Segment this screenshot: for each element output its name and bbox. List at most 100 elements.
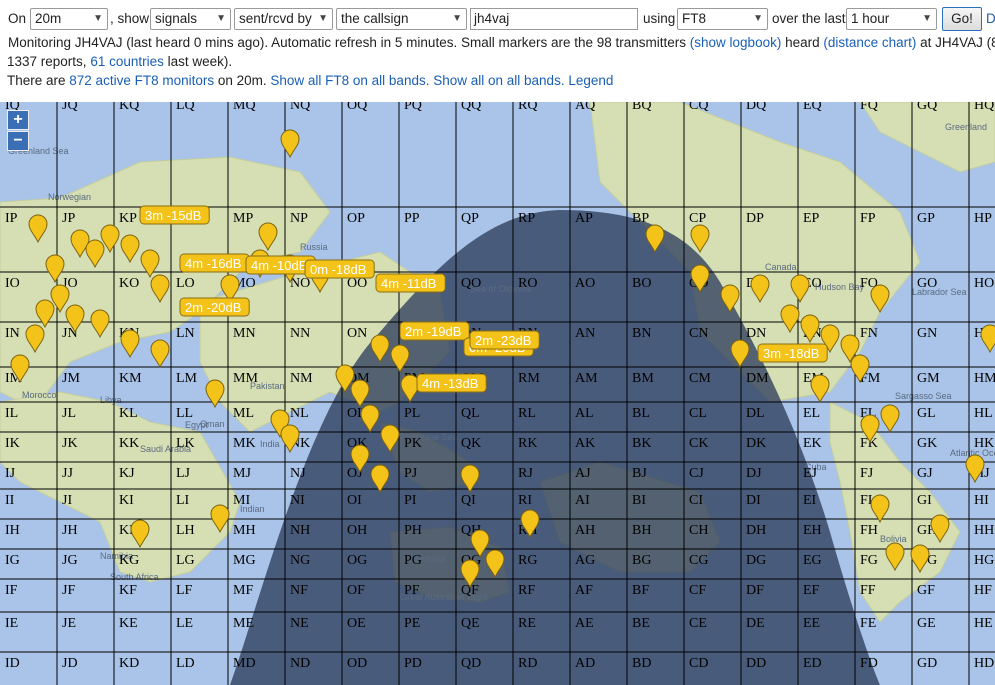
grid-label: FH bbox=[860, 523, 878, 538]
target-select[interactable]: the callsign ▼ bbox=[336, 8, 467, 30]
grid-label: AH bbox=[575, 523, 595, 538]
monitors-link[interactable]: 872 active FT8 monitors bbox=[69, 73, 214, 88]
grid-label: JL bbox=[62, 406, 76, 421]
grid-label: FE bbox=[860, 616, 876, 631]
grid-label: JQ bbox=[62, 102, 78, 113]
grid-label: IF bbox=[5, 583, 18, 598]
grid-label: BJ bbox=[632, 466, 647, 481]
countries-link[interactable]: 61 countries bbox=[90, 54, 164, 69]
grid-label: NE bbox=[290, 616, 309, 631]
grid-label: MF bbox=[233, 583, 253, 598]
callsign-input[interactable]: jh4vaj bbox=[470, 8, 638, 30]
direction-select[interactable]: sent/rcvd by ▼ bbox=[234, 8, 333, 30]
grid-label: KJ bbox=[119, 466, 135, 481]
show-select[interactable]: signals ▼ bbox=[150, 8, 231, 30]
grid-label: DF bbox=[746, 583, 764, 598]
period-select[interactable]: 1 hour ▼ bbox=[846, 8, 937, 30]
grid-label: AJ bbox=[575, 466, 591, 481]
grid-label: KP bbox=[119, 211, 137, 226]
grid-label: LM bbox=[176, 371, 198, 386]
grid-label: MG bbox=[233, 553, 256, 568]
show-logbook-link[interactable]: (show logbook) bbox=[690, 35, 782, 50]
legend-link[interactable]: Legend bbox=[568, 73, 613, 88]
world-map[interactable]: Greenland Sea Norwegian Russia Sea of Okhot… bbox=[0, 102, 995, 685]
grid-label: HF bbox=[974, 583, 992, 598]
mode-select[interactable]: FT8 ▼ bbox=[677, 8, 768, 30]
grid-label: EJ bbox=[803, 466, 818, 481]
grid-label: ON bbox=[347, 326, 367, 341]
grid-label: BK bbox=[632, 436, 651, 451]
grid-label: QQ bbox=[461, 102, 481, 113]
status-text: at JH4VAJ (885 re bbox=[920, 35, 995, 50]
direction-value: sent/rcvd by bbox=[239, 11, 312, 26]
grid-label: FF bbox=[860, 583, 876, 598]
show-all-link[interactable]: Show all on all bands. bbox=[433, 73, 564, 88]
grid-label: HM bbox=[974, 371, 995, 386]
grid-label: BE bbox=[632, 616, 650, 631]
status-text: There are bbox=[7, 73, 70, 88]
grid-label: NJ bbox=[290, 466, 306, 481]
grid-label: JE bbox=[62, 616, 76, 631]
grid-label: OP bbox=[347, 211, 365, 226]
target-value: the callsign bbox=[341, 11, 409, 26]
grid-label: DN bbox=[746, 326, 766, 341]
grid-label: ME bbox=[233, 616, 254, 631]
grid-label: FQ bbox=[860, 102, 878, 113]
grid-label: LL bbox=[176, 406, 193, 421]
grid-label: PE bbox=[404, 616, 420, 631]
go-button[interactable]: Go! bbox=[942, 7, 982, 31]
spot-label: 3m -15dB bbox=[145, 208, 201, 223]
spot-label: 4m -11dB bbox=[381, 276, 436, 291]
grid-label: OE bbox=[347, 616, 366, 631]
grid-label: AL bbox=[575, 406, 594, 421]
grid-label: AM bbox=[575, 371, 598, 386]
grid-label: RD bbox=[518, 656, 537, 671]
grid-label: OH bbox=[347, 523, 367, 538]
grid-label: IP bbox=[5, 211, 18, 226]
period-value: 1 hour bbox=[851, 11, 890, 26]
zoom-out-button[interactable]: − bbox=[7, 131, 29, 151]
grid-label: CE bbox=[689, 616, 707, 631]
grid-label: NL bbox=[290, 406, 309, 421]
grid-label: HO bbox=[974, 276, 994, 291]
grid-label: RE bbox=[518, 616, 536, 631]
distance-chart-link[interactable]: (distance chart) bbox=[823, 35, 916, 50]
grid-label: HQ bbox=[974, 102, 994, 113]
chevron-down-icon: ▼ bbox=[452, 13, 462, 24]
extra-link[interactable]: D bbox=[986, 8, 995, 30]
grid-label: NO bbox=[290, 276, 310, 291]
zoom-in-button[interactable]: + bbox=[7, 110, 29, 130]
grid-label: MP bbox=[233, 211, 253, 226]
grid-label: GE bbox=[917, 616, 936, 631]
grid-label: DP bbox=[746, 211, 764, 226]
grid-label: EI bbox=[803, 493, 817, 508]
band-select[interactable]: 20m ▼ bbox=[30, 8, 108, 30]
geo-label: Libya bbox=[100, 395, 122, 405]
grid-label: BN bbox=[632, 326, 651, 341]
grid-label: RQ bbox=[518, 102, 537, 113]
spot-label: 4m -13dB bbox=[422, 376, 478, 391]
chevron-down-icon: ▼ bbox=[93, 13, 103, 24]
grid-label: HE bbox=[974, 616, 993, 631]
grid-label: NM bbox=[290, 371, 313, 386]
grid-label: EL bbox=[803, 406, 820, 421]
grid-label: JF bbox=[62, 583, 75, 598]
grid-label: JH bbox=[62, 523, 78, 538]
grid-label: PK bbox=[404, 436, 422, 451]
grid-label: DL bbox=[746, 406, 765, 421]
grid-label: GD bbox=[917, 656, 937, 671]
show-all-band-link[interactable]: Show all FT8 on all bands. bbox=[270, 73, 429, 88]
grid-label: LD bbox=[176, 656, 195, 671]
grid-label: BI bbox=[632, 493, 646, 508]
grid-label: NN bbox=[290, 326, 310, 341]
grid-label: JM bbox=[62, 371, 80, 386]
grid-label: OQ bbox=[347, 102, 367, 113]
grid-label: LH bbox=[176, 523, 195, 538]
spot-label: 2m -19dB bbox=[405, 324, 461, 339]
grid-label: LF bbox=[176, 583, 193, 598]
grid-label: LK bbox=[176, 436, 195, 451]
geo-label: India bbox=[260, 439, 280, 449]
grid-label: HP bbox=[974, 211, 992, 226]
using-label: using bbox=[643, 11, 676, 26]
grid-label: KO bbox=[119, 276, 139, 291]
